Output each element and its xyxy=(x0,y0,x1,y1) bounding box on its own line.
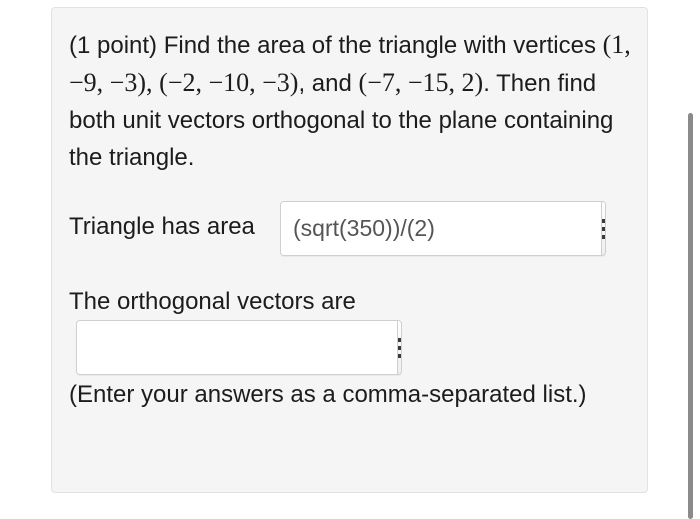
vectors-equation-editor-button[interactable] xyxy=(397,321,401,374)
area-answer-group xyxy=(280,201,606,256)
prompt-text-start: Find the area of the triangle with verti… xyxy=(163,32,596,59)
area-equation-editor-button[interactable] xyxy=(601,202,605,255)
vectors-answer-group xyxy=(76,320,402,375)
vertex-separator-1: , xyxy=(145,68,153,97)
page: (1 point) Find the area of the triangle … xyxy=(0,0,700,519)
problem-statement: (1 point) Find the area of the triangle … xyxy=(69,26,639,176)
answer-format-instructions: (Enter your answers as a comma-separated… xyxy=(69,381,587,408)
area-input[interactable] xyxy=(281,202,601,255)
grid-icon xyxy=(398,337,401,358)
vectors-input[interactable] xyxy=(77,321,397,374)
grid-icon xyxy=(602,218,605,239)
vertex-separator-2: , and xyxy=(298,70,352,97)
vertical-scrollbar[interactable] xyxy=(688,113,693,519)
vertex-b: (−2, −10, −3) xyxy=(159,68,299,97)
area-label: Triangle has area xyxy=(69,213,255,240)
vertex-c: (−7, −15, 2) xyxy=(358,68,484,97)
vectors-label: The orthogonal vectors are xyxy=(69,288,356,315)
point-value: (1 point) xyxy=(69,32,158,59)
